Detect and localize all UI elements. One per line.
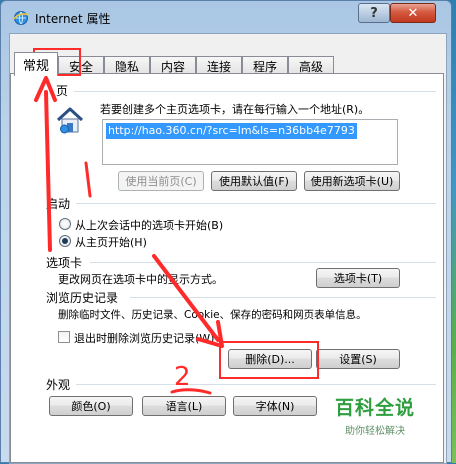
delete-history-button[interactable]: 删除(D)... — [228, 349, 312, 369]
startup-section-label: 启动 — [46, 197, 71, 211]
title-bar: Internet 属性 ? ✕ — [1, 1, 451, 33]
tabs-section-description: 更改网页在选项卡中的显示方式。 — [58, 273, 223, 286]
close-button[interactable]: ✕ — [390, 3, 436, 23]
fonts-button[interactable]: 字体(N) — [233, 396, 317, 416]
home-page-description: 若要创建多个主页选项卡，请在每行输入一个地址(R)。 — [100, 103, 370, 116]
home-page-section-label: 页 — [56, 84, 69, 98]
history-settings-button[interactable]: 设置(S) — [316, 349, 400, 369]
use-current-button[interactable]: 使用当前页(C) — [118, 171, 204, 191]
use-default-button[interactable]: 使用默认值(F) — [211, 171, 297, 191]
help-button[interactable]: ? — [358, 3, 390, 23]
radio-start-with-home-label: 从主页开始(H) — [75, 236, 147, 249]
home-section-divider — [74, 91, 436, 92]
tabs-section-divider — [90, 262, 436, 263]
appearance-section-label: 外观 — [46, 378, 71, 392]
delete-on-exit-checkbox[interactable] — [58, 331, 70, 343]
radio-last-session[interactable] — [59, 218, 71, 230]
watermark-sub: 助你轻松解决 — [345, 426, 405, 437]
ie-globe-icon — [13, 11, 29, 25]
tabs-section-label: 选项卡 — [46, 256, 83, 270]
delete-on-exit-label: 退出时删除浏览历史记录(W) — [74, 332, 215, 345]
history-description: 删除临时文件、历史记录、Cookie、保存的密码和网页表单信息。 — [58, 309, 367, 321]
languages-button[interactable]: 语言(L) — [142, 396, 226, 416]
startup-section-divider — [76, 203, 436, 204]
home-page-url-textbox[interactable]: http://hao.360.cn/?src=lm&ls=n36bb4e7793 — [102, 119, 398, 165]
watermark-main: 百科全说 — [334, 397, 415, 419]
colors-button[interactable]: 颜色(O) — [49, 396, 133, 416]
appearance-section-divider — [76, 384, 436, 385]
home-page-url-text: http://hao.360.cn/?src=lm&ls=n36bb4e7793 — [106, 123, 357, 139]
browsing-history-section-label: 浏览历史记录 — [46, 291, 119, 305]
watermark: 百科全说 助你轻松解决 — [320, 393, 430, 437]
tab-general[interactable]: 常规 — [14, 52, 58, 76]
radio-last-session-label: 从上次会话中的选项卡开始(B) — [75, 219, 224, 232]
history-section-divider — [130, 297, 436, 298]
radio-start-with-home[interactable] — [59, 235, 71, 247]
use-new-tab-button[interactable]: 使用新选项卡(U) — [304, 171, 400, 191]
window-title: Internet 属性 — [35, 12, 111, 26]
tabs-settings-button[interactable]: 选项卡(T) — [316, 268, 400, 288]
home-icon — [56, 107, 84, 134]
